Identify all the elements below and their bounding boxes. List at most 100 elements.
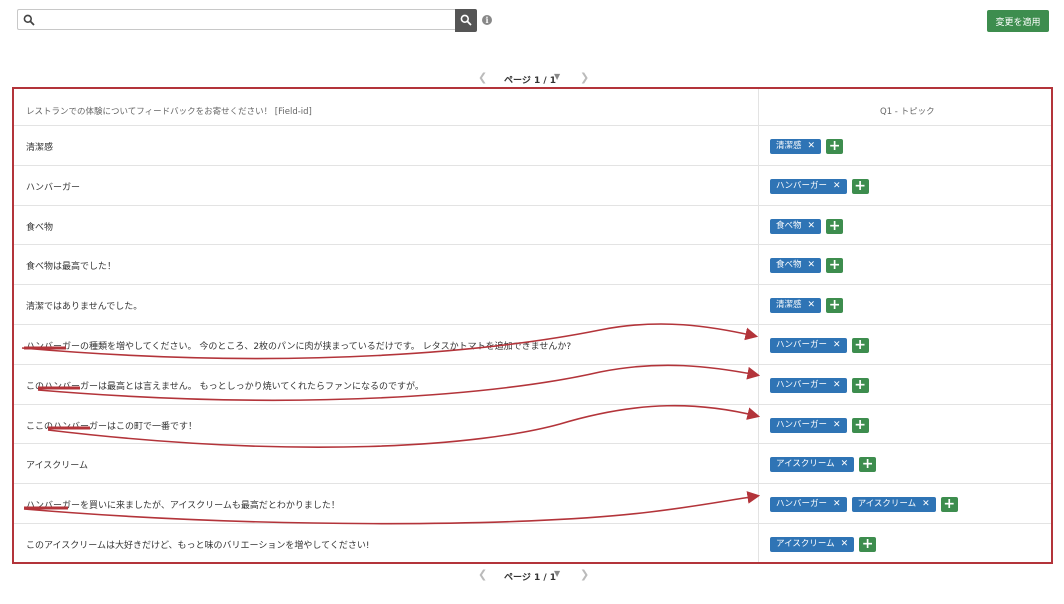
add-tag-button[interactable]: + — [859, 457, 877, 473]
remove-tag-icon[interactable]: ✕ — [808, 221, 816, 231]
table-row: このアイスクリームは大好きだけど、もっと味のバリエーションを増やしてください! ア… — [14, 524, 1051, 564]
response-text: 食べ物は最高でした！ — [26, 262, 117, 273]
add-tag-button[interactable]: + — [851, 178, 869, 194]
topic-tag: ハンバーガー ✕ — [770, 417, 847, 433]
column-divider — [758, 89, 759, 562]
responses-table: レストランでの体験についてフィードバックをお寄せください！ [Field-id]… — [12, 87, 1053, 564]
add-tag-button[interactable]: + — [851, 338, 869, 353]
topic-tag: 清潔感 ✕ — [770, 139, 822, 154]
response-text: 食べ物 — [26, 222, 54, 233]
response-text: ハンバーガーの種類を増やしてください。 今のところ、2枚のパンに肉が挟まっている… — [26, 342, 572, 352]
remove-tag-icon[interactable]: ✕ — [841, 539, 849, 549]
topic-tags: 清潔感 ✕ + — [770, 139, 844, 155]
topic-tag: 清潔感 ✕ — [770, 298, 822, 314]
topic-tag-label: ハンバーガー — [776, 379, 828, 390]
add-tag-button[interactable]: + — [851, 417, 869, 433]
info-icon[interactable]: i — [482, 15, 492, 25]
topic-tags: ハンバーガー ✕ + — [770, 417, 869, 434]
table-row: ハンバーガー ハンバーガー ✕ + — [14, 166, 1051, 206]
topic-tags: 清潔感 ✕ + — [770, 298, 844, 314]
remove-tag-icon[interactable]: ✕ — [808, 141, 816, 151]
table-row: ハンバーガーの種類を増やしてください。 今のところ、2枚のパンに肉が挟まっている… — [14, 325, 1051, 365]
add-tag-button[interactable]: + — [940, 497, 958, 513]
remove-tag-icon[interactable]: ✕ — [922, 499, 930, 509]
search-icon — [23, 14, 35, 26]
table-row: 清潔ではありませんでした。 清潔感 ✕ + — [14, 285, 1051, 325]
topic-tag-label: 清潔感 — [776, 300, 802, 311]
search-button[interactable] — [455, 9, 477, 32]
remove-tag-icon[interactable]: ✕ — [841, 459, 849, 469]
chevron-down-icon[interactable]: ▼ — [554, 72, 560, 81]
response-text: このハンバーガーは最高とは言えません。 もっとしっかり焼いてくれたらファンになる… — [26, 381, 424, 392]
table-row: ここのハンバーガーはこの町で一番です！ ハンバーガー ✕ + — [14, 405, 1051, 445]
column-header-topic: Q1 - トピック — [880, 107, 935, 117]
add-tag-button[interactable]: + — [826, 218, 844, 234]
add-tag-button[interactable]: + — [826, 139, 844, 154]
table-row: このハンバーガーは最高とは言えません。 もっとしっかり焼いてくれたらファンになる… — [14, 365, 1051, 405]
topic-tag: ハンバーガー ✕ — [770, 377, 847, 393]
remove-tag-icon[interactable]: ✕ — [808, 300, 816, 310]
chevron-down-icon[interactable]: ▼ — [554, 569, 560, 578]
response-text: このアイスクリームは大好きだけど、もっと味のバリエーションを増やしてください! — [26, 541, 370, 551]
topic-tag-label: ハンバーガー — [776, 340, 828, 350]
search-input[interactable] — [17, 9, 455, 30]
remove-tag-icon[interactable]: ✕ — [833, 340, 841, 350]
topic-tag: ハンバーガー ✕ — [770, 178, 847, 194]
apply-changes-button[interactable]: 変更を適用 — [987, 10, 1049, 32]
topic-tags: アイスクリーム ✕ + — [770, 457, 877, 473]
remove-tag-icon[interactable]: ✕ — [833, 181, 841, 191]
response-text: ハンバーガー — [26, 182, 81, 193]
add-tag-button[interactable]: + — [826, 298, 844, 314]
response-text: 清潔感 — [26, 143, 54, 153]
next-page-icon[interactable]: ❯ — [580, 71, 589, 85]
pager-top: ❮ ページ 1 / 1 ▼ ❯ — [474, 71, 592, 87]
topic-tag-label: 清潔感 — [776, 141, 802, 151]
topic-tag: アイスクリーム ✕ — [770, 457, 855, 473]
remove-tag-icon[interactable]: ✕ — [833, 380, 841, 390]
table-row: 清潔感 清潔感 ✕ + — [14, 126, 1051, 166]
topic-tag-label: 食べ物 — [776, 260, 802, 271]
remove-tag-icon[interactable]: ✕ — [833, 499, 841, 509]
topic-tag-label: アイスクリーム — [776, 539, 835, 549]
table-row: アイスクリーム アイスクリーム ✕ + — [14, 444, 1051, 485]
topic-tag: アイスクリーム ✕ — [851, 497, 936, 513]
topic-tag: ハンバーガー ✕ — [770, 338, 847, 353]
topic-tags: ハンバーガー ✕ + — [770, 377, 869, 394]
topic-tag-label: ハンバーガー — [776, 419, 828, 430]
search-bar — [17, 9, 477, 32]
topic-tag-label: 食べ物 — [776, 220, 802, 231]
response-text: 清潔ではありませんでした。 — [26, 302, 143, 313]
topic-tags: 食べ物 ✕ + — [770, 218, 844, 235]
add-tag-button[interactable]: + — [826, 258, 844, 274]
page-indicator: ページ 1 / 1 — [504, 573, 557, 583]
topic-tag-label: ハンバーガー — [776, 180, 828, 191]
table-row: 食べ物 食べ物 ✕ + — [14, 206, 1051, 246]
topic-tag: 食べ物 ✕ — [770, 258, 822, 274]
table-header: レストランでの体験についてフィードバックをお寄せください！ [Field-id]… — [14, 89, 1051, 126]
add-tag-button[interactable]: + — [851, 377, 869, 393]
pager-bottom: ❮ ページ 1 / 1 ▼ ❯ — [474, 568, 592, 584]
topic-tag-label: アイスクリーム — [776, 459, 835, 470]
table-row: ハンバーガーを買いに来ましたが、アイスクリームも最高だとわかりました！ ハンバーガ… — [14, 484, 1051, 524]
prev-page-icon[interactable]: ❮ — [478, 71, 487, 85]
topic-tags: ハンバーガー ✕ アイスクリーム ✕ + — [770, 497, 958, 513]
next-page-icon[interactable]: ❯ — [580, 568, 589, 582]
response-text: ここのハンバーガーはこの町で一番です！ — [26, 421, 198, 432]
search-icon — [460, 14, 472, 26]
remove-tag-icon[interactable]: ✕ — [833, 420, 841, 430]
topic-tags: ハンバーガー ✕ + — [770, 338, 869, 354]
topic-tag: アイスクリーム ✕ — [770, 537, 855, 552]
page-indicator: ページ 1 / 1 — [504, 76, 557, 86]
topic-tag: 食べ物 ✕ — [770, 218, 822, 234]
prev-page-icon[interactable]: ❮ — [478, 568, 487, 582]
topic-tag-label: アイスクリーム — [857, 499, 917, 510]
topic-tag: ハンバーガー ✕ — [770, 497, 847, 513]
topic-tag-label: ハンバーガー — [776, 499, 828, 510]
add-tag-button[interactable]: + — [859, 537, 877, 552]
remove-tag-icon[interactable]: ✕ — [808, 260, 816, 270]
column-header-question: レストランでの体験についてフィードバックをお寄せください！ [Field-id] — [26, 107, 312, 117]
table-row: 食べ物は最高でした！ 食べ物 ✕ + — [14, 245, 1051, 286]
response-text: アイスクリーム — [26, 461, 89, 472]
topic-tags: アイスクリーム ✕ + — [770, 537, 877, 553]
topic-tags: ハンバーガー ✕ + — [770, 178, 869, 195]
